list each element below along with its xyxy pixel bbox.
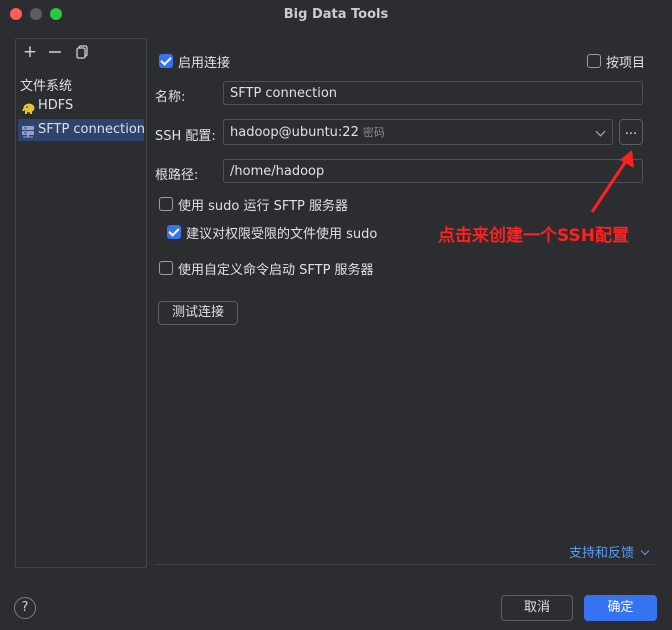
test-connection-button[interactable]: 测试连接	[158, 301, 238, 325]
custom-command-label: 使用自定义命令启动 SFTP 服务器	[178, 263, 374, 278]
ssh-config-value: hadoop@ubuntu:22	[230, 125, 359, 140]
per-project-checkbox[interactable]	[587, 54, 601, 68]
ssh-config-more-button[interactable]: ...	[619, 119, 643, 145]
suggest-sudo-label: 建议对权限受限的文件使用 sudo	[186, 227, 378, 242]
tree-item-hdfs[interactable]: HDFS	[18, 95, 144, 117]
sftp-server-icon	[21, 124, 35, 138]
hadoop-elephant-icon	[21, 100, 35, 114]
enable-connection-label: 启用连接	[178, 56, 231, 71]
annotation-text: 点击来创建一个SSH配置	[438, 226, 629, 246]
help-button[interactable]: ?	[14, 597, 36, 619]
cancel-button[interactable]: 取消	[501, 595, 573, 621]
ssh-config-label: SSH 配置:	[155, 129, 216, 144]
ssh-config-dropdown[interactable]: hadoop@ubuntu:22 密码	[223, 119, 613, 145]
support-feedback-link[interactable]: 支持和反馈	[569, 542, 650, 561]
name-label: 名称:	[155, 90, 186, 105]
ok-button[interactable]: 确定	[584, 595, 657, 621]
name-field[interactable]: SFTP connection	[223, 81, 643, 105]
annotation-arrow-icon	[590, 150, 634, 213]
chevron-down-icon	[640, 546, 650, 556]
title-bar: Big Data Tools	[0, 0, 672, 30]
connection-settings-form: 启用连接 按项目 名称: SFTP connection SSH 配置: had…	[155, 38, 655, 578]
root-path-label: 根路径:	[155, 168, 199, 183]
add-icon[interactable]: +	[21, 43, 39, 61]
tree-item-sftp-connection[interactable]: SFTP connection	[18, 119, 146, 141]
tree-item-label: HDFS	[38, 98, 74, 113]
name-field-value: SFTP connection	[230, 86, 338, 101]
dialog-window: Big Data Tools + 文件系统 HDFS SFTP connecti…	[0, 0, 672, 630]
per-project-label: 按项目	[606, 56, 646, 71]
chevron-down-icon	[595, 126, 606, 137]
remove-icon[interactable]	[46, 43, 64, 61]
use-sudo-label: 使用 sudo 运行 SFTP 服务器	[178, 199, 349, 214]
use-sudo-checkbox[interactable]	[159, 197, 173, 211]
tree-item-label: SFTP connection	[38, 122, 146, 137]
support-feedback-label: 支持和反馈	[569, 546, 635, 561]
copy-icon[interactable]	[73, 43, 91, 61]
window-title: Big Data Tools	[283, 7, 389, 22]
ssh-config-auth-hint: 密码	[362, 126, 385, 139]
tree-section-label: 文件系统	[20, 79, 73, 94]
connections-tree-panel: + 文件系统 HDFS SFTP connection	[15, 38, 147, 568]
custom-command-checkbox[interactable]	[159, 261, 173, 275]
form-divider	[155, 564, 655, 565]
enable-connection-checkbox[interactable]	[159, 54, 173, 68]
root-path-value: /home/hadoop	[230, 164, 325, 179]
tree-toolbar: +	[16, 39, 146, 67]
suggest-sudo-checkbox[interactable]	[167, 225, 181, 239]
